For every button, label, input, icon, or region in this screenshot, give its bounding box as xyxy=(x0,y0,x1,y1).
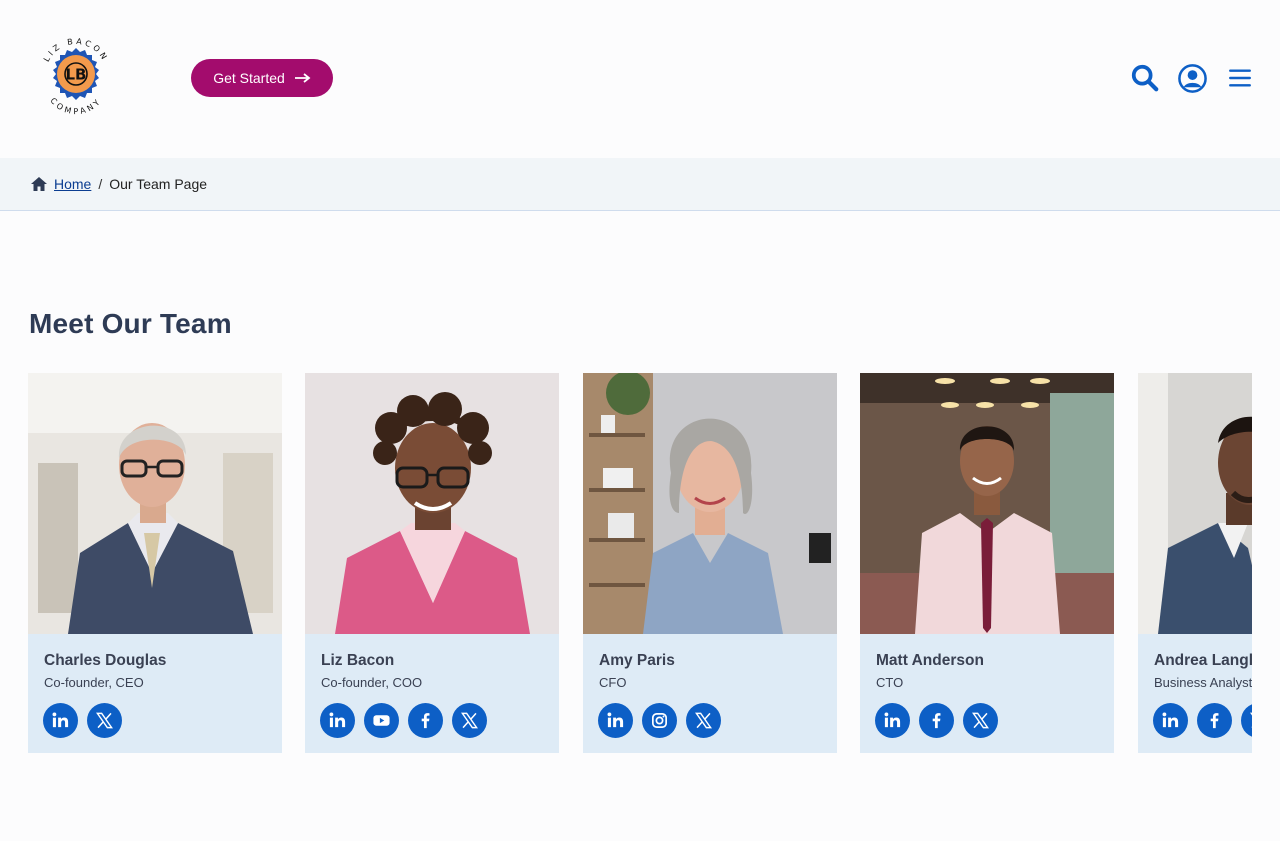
section-title: Meet Our Team xyxy=(29,308,232,339)
logo-initials: LB xyxy=(66,66,87,84)
linkedin-icon[interactable] xyxy=(1153,703,1188,738)
breadcrumb: Home / Our Team Page xyxy=(0,158,1280,211)
team-card[interactable]: Charles Douglas Co-founder, CEO xyxy=(28,373,282,753)
account-icon[interactable] xyxy=(1176,62,1208,94)
social-links xyxy=(598,703,721,738)
social-links xyxy=(43,703,122,738)
team-member-info: Amy Paris CFO xyxy=(583,634,837,753)
hamburger-menu-icon[interactable] xyxy=(1224,62,1256,94)
get-started-label: Get Started xyxy=(213,70,285,86)
x-icon[interactable] xyxy=(686,703,721,738)
team-member-info: Liz Bacon Co-founder, COO xyxy=(305,634,559,753)
linkedin-icon[interactable] xyxy=(875,703,910,738)
x-icon[interactable] xyxy=(87,703,122,738)
get-started-button[interactable]: Get Started xyxy=(191,59,333,97)
team-member-role: CTO xyxy=(876,675,904,690)
linkedin-icon[interactable] xyxy=(320,703,355,738)
team-member-name: Matt Anderson xyxy=(876,652,984,669)
breadcrumb-separator: / xyxy=(98,176,103,192)
team-member-photo xyxy=(28,373,282,634)
team-member-photo xyxy=(583,373,837,634)
team-card[interactable]: Matt Anderson CTO xyxy=(860,373,1114,753)
team-card[interactable]: Andrea Langley Business Analyst xyxy=(1138,373,1252,753)
site-header: LIZ BACON LB COMPANY Get Started xyxy=(0,0,1280,158)
team-member-role: Co-founder, CEO xyxy=(44,675,144,690)
x-icon[interactable] xyxy=(963,703,998,738)
team-card[interactable]: Amy Paris CFO xyxy=(583,373,837,753)
breadcrumb-home-link[interactable]: Home xyxy=(54,176,91,192)
linkedin-icon[interactable] xyxy=(598,703,633,738)
facebook-icon[interactable] xyxy=(919,703,954,738)
team-member-photo xyxy=(860,373,1114,634)
team-member-photo xyxy=(305,373,559,634)
x-icon[interactable] xyxy=(452,703,487,738)
linkedin-icon[interactable] xyxy=(43,703,78,738)
team-member-info: Matt Anderson CTO xyxy=(860,634,1114,753)
team-member-info: Andrea Langley Business Analyst xyxy=(1138,634,1252,753)
facebook-icon[interactable] xyxy=(1197,703,1232,738)
breadcrumb-current: Our Team Page xyxy=(109,176,208,192)
team-carousel: Charles Douglas Co-founder, CEO Liz Baco… xyxy=(28,373,1252,755)
arrow-right-icon xyxy=(294,73,311,83)
social-links xyxy=(875,703,998,738)
x-icon[interactable] xyxy=(1241,703,1252,738)
facebook-icon[interactable] xyxy=(408,703,443,738)
search-icon[interactable] xyxy=(1129,62,1161,94)
team-member-role: Co-founder, COO xyxy=(321,675,423,690)
home-icon xyxy=(31,177,47,191)
team-member-name: Liz Bacon xyxy=(321,652,395,669)
instagram-icon[interactable] xyxy=(642,703,677,738)
team-member-info: Charles Douglas Co-founder, CEO xyxy=(28,634,282,753)
team-member-name: Charles Douglas xyxy=(44,652,167,669)
social-links xyxy=(320,703,487,738)
team-card[interactable]: Liz Bacon Co-founder, COO xyxy=(305,373,559,753)
team-member-name: Amy Paris xyxy=(599,652,675,669)
team-member-photo xyxy=(1138,373,1252,634)
team-member-role: Business Analyst xyxy=(1154,675,1252,690)
social-links xyxy=(1153,703,1252,738)
team-member-role: CFO xyxy=(599,675,627,690)
team-member-name: Andrea Langley xyxy=(1154,652,1252,669)
youtube-icon[interactable] xyxy=(364,703,399,738)
company-logo[interactable]: LIZ BACON LB COMPANY xyxy=(34,30,118,122)
